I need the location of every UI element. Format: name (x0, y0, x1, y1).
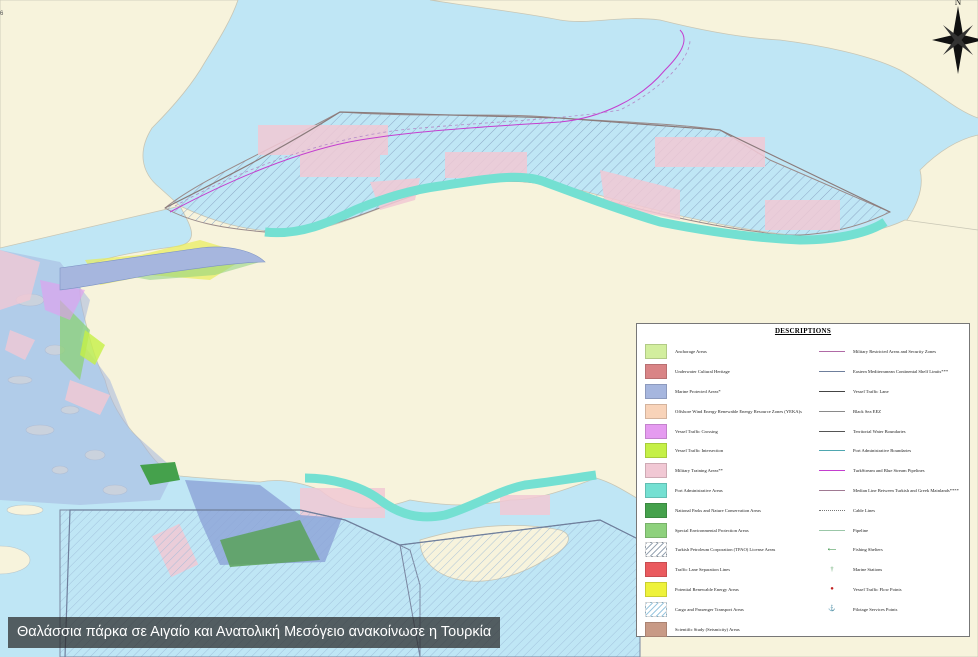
legend-label: Military Restricted Areas and Security Z… (853, 349, 937, 355)
page-number: 6 (0, 11, 4, 17)
legend-swatch (645, 383, 667, 399)
legend-item: Anchorage Areas (645, 342, 815, 362)
legend-item: Median Line Between Turkish and Greek Ma… (819, 481, 967, 501)
legend-item: Port Administrative Boundaries (819, 441, 967, 461)
legend-title: DESCRIPTIONS (774, 327, 832, 335)
legend-label: Turkish Petroleum Corporation (TPAO) Lic… (675, 547, 776, 553)
legend-symbol-icon: † (830, 566, 834, 573)
legend-item: † Marine Stations (819, 560, 967, 580)
legend-swatch (645, 542, 667, 558)
legend-line (819, 351, 845, 353)
legend-swatch (645, 522, 667, 538)
legend-line (819, 489, 845, 491)
legend-label: Port Administrative Areas (675, 487, 723, 493)
legend-symbol-icon: ⚓ (828, 606, 836, 613)
legend-item: Scientific Study (Seismicity) Areas (645, 619, 815, 639)
legend-label: Port Administrative Boundaries (853, 448, 912, 454)
legend-item: Turkish Petroleum Corporation (TPAO) Lic… (645, 540, 815, 560)
legend-label: Vessel Traffic Lane (853, 388, 889, 394)
legend-label: Vessel Traffic Flow Points (853, 586, 902, 592)
legend-label: Special Environmental Protection Areas (675, 527, 749, 533)
legend-label: Cable Lines (853, 507, 876, 513)
legend-item: Cable Lines (819, 500, 967, 520)
legend-item: Marine Protected Areas* (645, 382, 815, 402)
legend-item: ⚓ Pilotage Services Points (819, 599, 967, 619)
legend-label: Vessel Traffic Intersection (675, 448, 724, 454)
legend-item: Traffic Lane Separation Lines (645, 560, 815, 580)
legend-item: National Parks and Nature Conservation A… (645, 500, 815, 520)
legend-line (819, 410, 845, 412)
legend-swatch (645, 601, 667, 617)
legend-swatch (645, 463, 667, 479)
legend-item: Underwater Cultural Heritage (645, 362, 815, 382)
legend-item: Cargo and Passenger Transport Areas (645, 599, 815, 619)
legend-item: Potential Renewable Energy Areas (645, 580, 815, 600)
legend-label: Pilotage Services Points (853, 606, 898, 612)
legend-label: Median Line Between Turkish and Greek Ma… (853, 487, 959, 493)
legend-label: Potential Renewable Energy Areas (675, 586, 739, 592)
legend-right-column: Military Restricted Areas and Security Z… (819, 342, 967, 619)
legend-item: Vessel Traffic Crossing (645, 421, 815, 441)
legend-label: Vessel Traffic Crossing (675, 428, 718, 434)
legend-swatch (645, 482, 667, 498)
legend-label: Territorial Water Boundaries (853, 428, 906, 434)
legend-item: Vessel Traffic Intersection (645, 441, 815, 461)
legend-line (819, 371, 845, 373)
legend-label: Scientific Study (Seismicity) Areas (675, 626, 740, 632)
legend-item: Offshore Wind Energy Renewable Energy Re… (645, 401, 815, 421)
legend-swatch (645, 443, 667, 459)
legend-panel: DESCRIPTIONS Anchorage Areas Underwater C… (636, 323, 970, 637)
legend-item: Black Sea EEZ (819, 401, 967, 421)
legend-label: Black Sea EEZ (853, 408, 882, 414)
legend-label: Traffic Lane Separation Lines (675, 567, 730, 573)
legend-swatch (645, 403, 667, 419)
compass-north-label: N (955, 0, 962, 7)
legend-line (819, 470, 845, 472)
legend-item: Military Restricted Areas and Security Z… (819, 342, 967, 362)
legend-item: Special Environmental Protection Areas (645, 520, 815, 540)
legend-swatch (645, 562, 667, 578)
legend-line (819, 430, 845, 432)
legend-swatch (645, 581, 667, 597)
legend-line (819, 390, 845, 392)
legend-label: TurkStream and Blue Stream Pipelines (853, 468, 925, 474)
legend-label: Pipeline (853, 527, 869, 533)
legend-item: Eastern Mediterranean Continental Shelf … (819, 362, 967, 382)
legend-item: TurkStream and Blue Stream Pipelines (819, 461, 967, 481)
legend-swatch (645, 344, 667, 360)
legend-line (819, 529, 845, 531)
legend-item: Pipeline (819, 520, 967, 540)
legend-left-column: Anchorage Areas Underwater Cultural Herit… (645, 342, 815, 639)
legend-label: Marine Stations (853, 567, 883, 573)
legend-symbol-icon: ⟵ (827, 546, 837, 553)
legend-item: Military Training Areas** (645, 461, 815, 481)
legend-label: Underwater Cultural Heritage (675, 369, 730, 375)
legend-swatch (645, 621, 667, 637)
legend-swatch (645, 502, 667, 518)
legend-item: Territorial Water Boundaries (819, 421, 967, 441)
legend-item: ● Vessel Traffic Flow Points (819, 580, 967, 600)
legend-label: Offshore Wind Energy Renewable Energy Re… (675, 408, 802, 414)
legend-label: Cargo and Passenger Transport Areas (675, 606, 744, 612)
legend-label: National Parks and Nature Conservation A… (675, 507, 761, 513)
legend-label: Eastern Mediterranean Continental Shelf … (853, 369, 949, 375)
legend-item: Vessel Traffic Lane (819, 382, 967, 402)
legend-label: Fishing Shelters (853, 547, 883, 553)
legend-line (819, 509, 845, 511)
legend-swatch (645, 364, 667, 380)
legend-label: Anchorage Areas (675, 349, 707, 355)
legend-label: Military Training Areas** (675, 468, 723, 474)
image-caption: Θαλάσσια πάρκα σε Αιγαίο και Ανατολική Μ… (8, 617, 501, 648)
legend-line (819, 450, 845, 452)
legend-item: Port Administrative Areas (645, 481, 815, 501)
legend-swatch (645, 423, 667, 439)
legend-symbol-icon: ● (830, 586, 834, 593)
legend-label: Marine Protected Areas* (675, 388, 721, 394)
legend-item: ⟵ Fishing Shelters (819, 540, 967, 560)
